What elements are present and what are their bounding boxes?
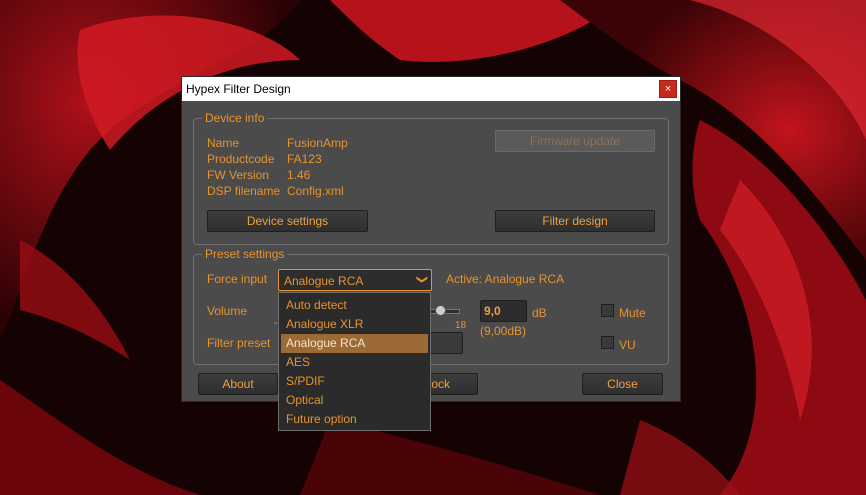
fw-version-value: 1.46 bbox=[287, 168, 311, 182]
name-label: Name bbox=[207, 136, 240, 150]
dropdown-option-aes[interactable]: AES bbox=[281, 353, 428, 372]
productcode-value: FA123 bbox=[287, 152, 322, 166]
force-input-label: Force input bbox=[207, 272, 268, 286]
force-input-value: Analogue RCA bbox=[284, 274, 364, 288]
fw-version-label: FW Version bbox=[207, 168, 270, 182]
mute-checkbox[interactable] bbox=[601, 304, 614, 317]
filter-preset-select[interactable] bbox=[427, 332, 463, 354]
name-value: FusionAmp bbox=[287, 136, 348, 150]
volume-slider-knob[interactable] bbox=[435, 305, 446, 316]
filter-design-button[interactable]: Filter design bbox=[495, 210, 655, 232]
volume-value-field[interactable]: 9,0 bbox=[480, 300, 527, 322]
dropdown-option-auto-detect[interactable]: Auto detect bbox=[281, 296, 428, 315]
vu-label: VU bbox=[619, 338, 636, 352]
device-info-legend: Device info bbox=[202, 111, 268, 125]
force-input-select[interactable]: Analogue RCA ❯ bbox=[278, 269, 432, 291]
firmware-update-button[interactable]: Firmware update bbox=[495, 130, 655, 152]
volume-max-tick: 18 bbox=[455, 320, 467, 331]
filter-preset-label: Filter preset bbox=[207, 336, 271, 350]
force-input-dropdown: Auto detect Analogue XLR Analogue RCA AE… bbox=[278, 292, 431, 431]
lock-button-label: ock bbox=[431, 377, 450, 391]
close-icon: × bbox=[664, 83, 672, 95]
volume-sub-value: (9,00dB) bbox=[480, 324, 527, 338]
about-button[interactable]: About bbox=[198, 373, 278, 395]
window-title: Hypex Filter Design bbox=[186, 82, 291, 96]
dropdown-option-spdif[interactable]: S/PDIF bbox=[281, 372, 428, 391]
hypex-filter-design-window: Hypex Filter Design × Device info Name F… bbox=[181, 76, 681, 402]
dropdown-option-optical[interactable]: Optical bbox=[281, 391, 428, 410]
chevron-down-icon: ❯ bbox=[415, 274, 428, 285]
volume-value: 9,0 bbox=[484, 304, 501, 318]
dropdown-option-analogue-xlr[interactable]: Analogue XLR bbox=[281, 315, 428, 334]
dsp-filename-value: Config.xml bbox=[287, 184, 344, 198]
close-button[interactable]: Close bbox=[582, 373, 663, 395]
vu-checkbox[interactable] bbox=[601, 336, 614, 349]
dsp-filename-label: DSP filename bbox=[207, 184, 281, 198]
device-settings-button[interactable]: Device settings bbox=[207, 210, 368, 232]
close-window-button[interactable]: × bbox=[659, 80, 677, 98]
volume-label: Volume bbox=[207, 304, 248, 318]
volume-unit: dB bbox=[532, 306, 547, 320]
volume-min-tick: - bbox=[274, 318, 278, 329]
preset-settings-legend: Preset settings bbox=[202, 247, 288, 261]
dropdown-option-future-option[interactable]: Future option bbox=[281, 410, 428, 429]
productcode-label: Productcode bbox=[207, 152, 275, 166]
dropdown-option-analogue-rca[interactable]: Analogue RCA bbox=[281, 334, 428, 353]
lock-button[interactable]: ock bbox=[427, 373, 478, 395]
active-input-text: Active: Analogue RCA bbox=[446, 272, 565, 286]
mute-label: Mute bbox=[619, 306, 646, 320]
title-bar[interactable]: Hypex Filter Design × bbox=[182, 77, 680, 101]
